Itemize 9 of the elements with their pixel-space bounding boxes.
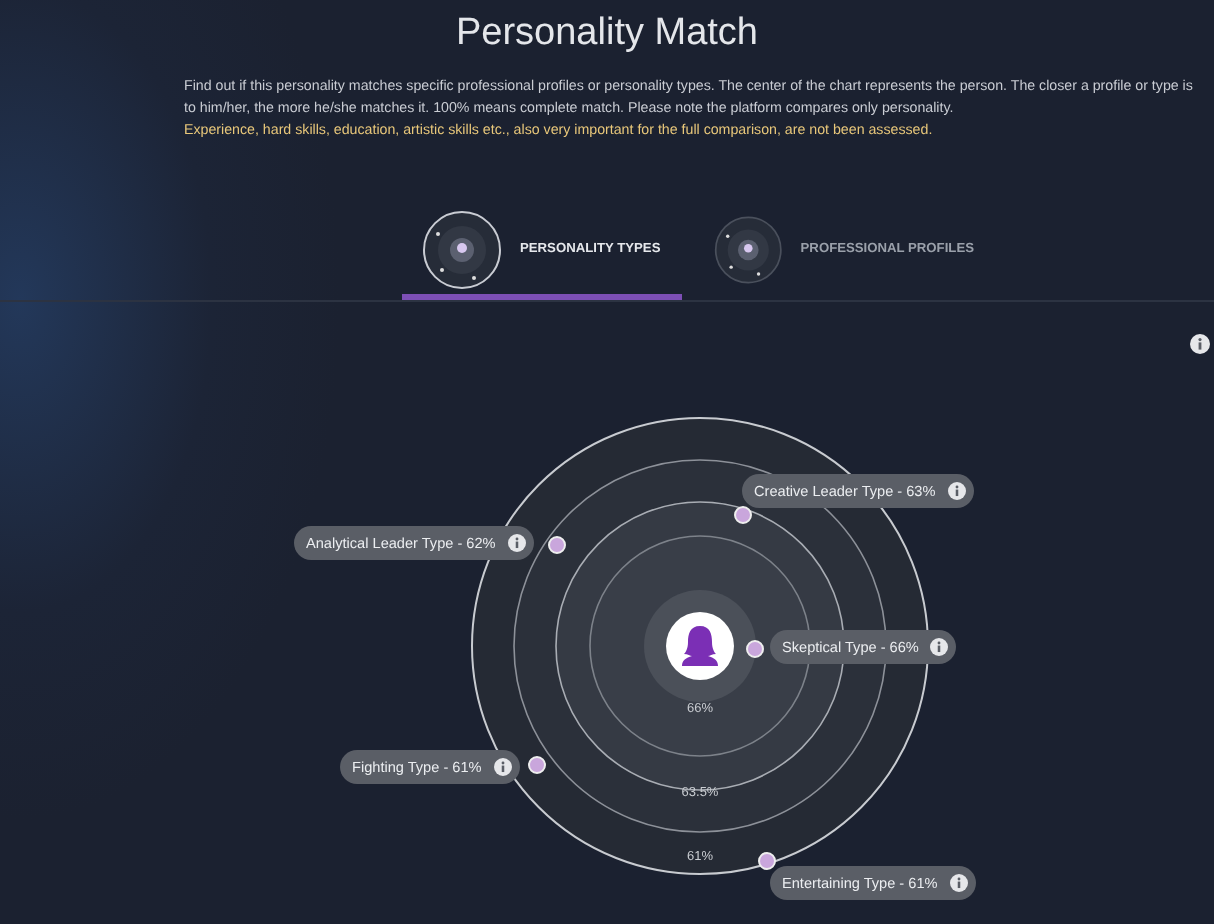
match-dot[interactable] <box>528 756 546 774</box>
avatar-icon <box>666 612 734 680</box>
match-dot[interactable] <box>758 852 776 870</box>
match-dot[interactable] <box>548 536 566 554</box>
orbit-icon <box>422 209 502 289</box>
match-dot[interactable] <box>734 506 752 524</box>
info-icon[interactable] <box>1190 334 1210 354</box>
match-dot[interactable] <box>746 640 764 658</box>
page-title: Personality Match <box>453 10 760 58</box>
